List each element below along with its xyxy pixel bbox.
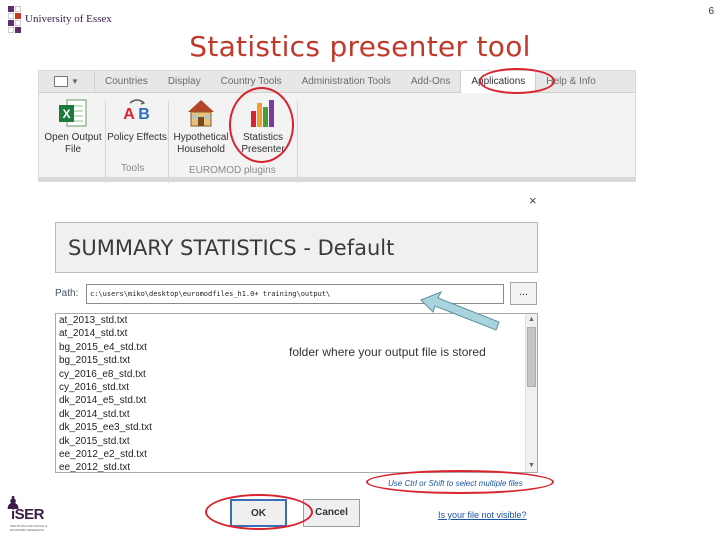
ribbon-toolbar: ▼ Countries Display Country Tools Admini… bbox=[38, 70, 636, 183]
list-item[interactable]: ee_2012_std.txt bbox=[56, 461, 537, 472]
tab-countries[interactable]: Countries bbox=[95, 71, 158, 93]
close-icon[interactable]: × bbox=[529, 193, 537, 208]
hypothetical-household-button[interactable]: Hypothetical Household bbox=[169, 97, 233, 156]
svg-text:B: B bbox=[138, 106, 150, 123]
ok-button[interactable]: OK bbox=[230, 499, 287, 527]
multi-select-hint: Use Ctrl or Shift to select multiple fil… bbox=[388, 479, 523, 488]
iser-logo-subtext: INSTITUTE FOR SOCIAL & ECONOMIC RESEARCH bbox=[10, 524, 48, 532]
university-logo: University of Essex bbox=[8, 6, 112, 33]
tab-administration-tools[interactable]: Administration Tools bbox=[292, 71, 401, 93]
dialog-title: SUMMARY STATISTICS - Default bbox=[68, 236, 395, 260]
university-name: University of Essex bbox=[25, 13, 112, 25]
ribbon-group-divider bbox=[297, 101, 298, 183]
ribbon-body: X Open Output File A B Policy Effects Hy… bbox=[39, 93, 635, 183]
group-label-tools: Tools bbox=[121, 163, 145, 174]
arrow-icon bbox=[420, 291, 500, 331]
list-item[interactable]: cy_2016_e8_std.txt bbox=[56, 368, 537, 381]
tab-applications[interactable]: Applications bbox=[460, 70, 537, 93]
open-output-file-label: Open Output File bbox=[44, 132, 102, 155]
scroll-up-icon[interactable]: ▲ bbox=[526, 314, 537, 326]
list-item[interactable]: dk_2015_std.txt bbox=[56, 435, 537, 448]
scroll-down-icon[interactable]: ▼ bbox=[526, 460, 537, 472]
iser-logo: ♟ iSER INSTITUTE FOR SOCIAL & ECONOMIC R… bbox=[2, 494, 52, 536]
policy-effects-icon: A B bbox=[121, 97, 153, 129]
list-item[interactable]: dk_2014_std.txt bbox=[56, 408, 537, 421]
statistics-presenter-label: Statistics Presenter bbox=[241, 132, 285, 155]
ribbon-tab-bar: ▼ Countries Display Country Tools Admini… bbox=[39, 70, 635, 93]
ribbon-group-divider bbox=[168, 101, 169, 183]
file-not-visible-link[interactable]: Is your file not visible? bbox=[438, 510, 527, 520]
policy-effects-button[interactable]: A B Policy Effects bbox=[105, 97, 169, 144]
tab-country-tools[interactable]: Country Tools bbox=[211, 71, 292, 93]
scrollbar-thumb[interactable] bbox=[527, 327, 536, 387]
group-label-plugins: EUROMOD plugins bbox=[189, 165, 276, 176]
tab-display[interactable]: Display bbox=[158, 71, 211, 93]
svg-text:X: X bbox=[62, 107, 70, 121]
browse-button[interactable]: ... bbox=[510, 282, 537, 305]
vertical-scrollbar[interactable]: ▲ ▼ bbox=[525, 314, 537, 472]
tab-help-info[interactable]: Help & Info bbox=[536, 71, 605, 93]
annotation-callout: folder where your output file is stored bbox=[289, 345, 486, 359]
ribbon-group-divider bbox=[105, 101, 106, 183]
chevron-down-icon: ▼ bbox=[71, 77, 79, 86]
open-output-file-button[interactable]: X Open Output File bbox=[41, 97, 105, 156]
house-icon bbox=[185, 97, 217, 129]
policy-effects-label: Policy Effects bbox=[107, 132, 167, 143]
quick-access-toolbar[interactable]: ▼ bbox=[39, 70, 95, 93]
list-item[interactable]: dk_2015_ee3_std.txt bbox=[56, 421, 537, 434]
list-item[interactable]: ee_2012_e2_std.txt bbox=[56, 448, 537, 461]
bar-chart-icon bbox=[247, 97, 279, 129]
tab-add-ons[interactable]: Add-Ons bbox=[401, 71, 460, 93]
path-label: Path: bbox=[55, 288, 79, 299]
hypothetical-household-label: Hypothetical Household bbox=[173, 132, 229, 155]
list-item[interactable]: cy_2016_std.txt bbox=[56, 381, 537, 394]
svg-text:A: A bbox=[123, 106, 135, 123]
slide-number: 6 bbox=[708, 6, 714, 17]
logo-grid-icon bbox=[8, 6, 21, 33]
statistics-presenter-button[interactable]: Statistics Presenter bbox=[231, 97, 295, 156]
excel-icon: X bbox=[57, 97, 89, 129]
cancel-button[interactable]: Cancel bbox=[303, 499, 360, 527]
iser-logo-text: iSER bbox=[11, 506, 45, 523]
slide-title: Statistics presenter tool bbox=[189, 30, 531, 63]
list-item[interactable]: dk_2014_e5_std.txt bbox=[56, 394, 537, 407]
dialog-header: SUMMARY STATISTICS - Default bbox=[55, 222, 538, 273]
window-icon bbox=[54, 76, 69, 87]
ribbon-bottom-edge bbox=[39, 177, 635, 181]
summary-statistics-dialog: SUMMARY STATISTICS - Default Path: c:\us… bbox=[55, 222, 538, 527]
